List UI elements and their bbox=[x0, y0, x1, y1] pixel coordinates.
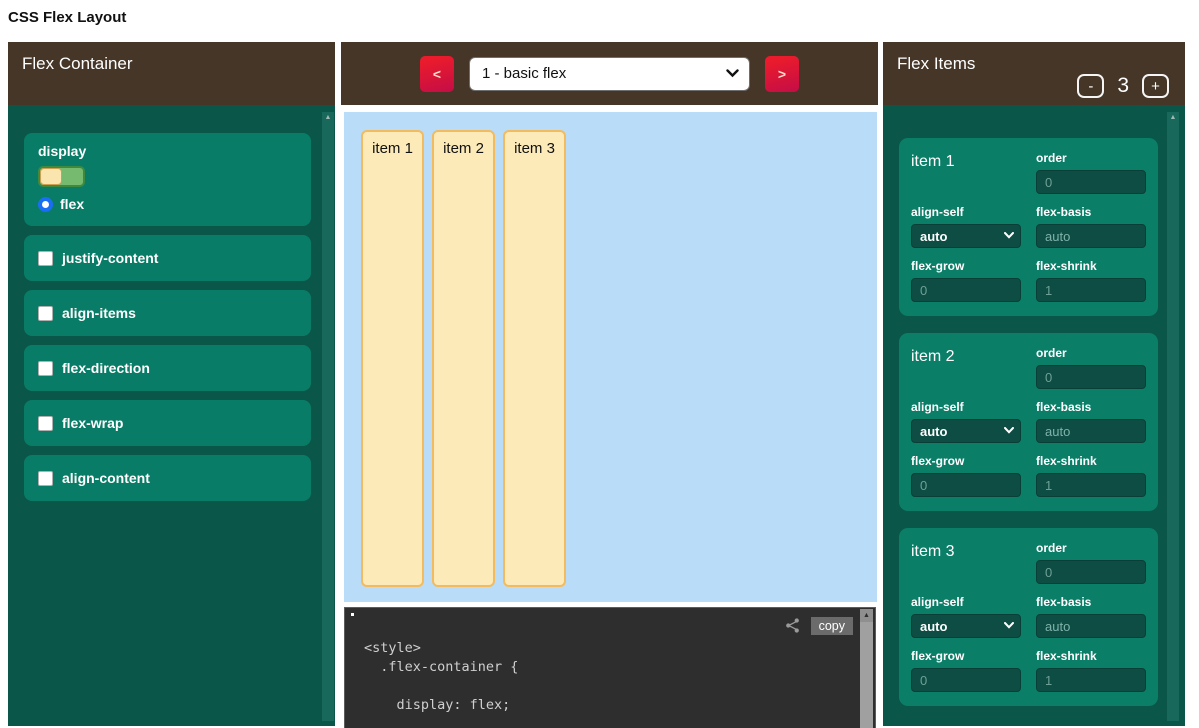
align-self-select[interactable]: auto bbox=[911, 614, 1021, 638]
flex-radio-label: flex bbox=[60, 196, 84, 212]
flex-grow-input[interactable] bbox=[911, 473, 1021, 497]
checkbox-align-items[interactable] bbox=[38, 306, 53, 321]
preview-panel: < 1 - basic flex > item 1 item 2 item 3 … bbox=[341, 42, 878, 728]
checkbox-align-content[interactable] bbox=[38, 471, 53, 486]
scroll-up-icon[interactable]: ▲ bbox=[860, 609, 873, 622]
align-self-label: align-self bbox=[911, 595, 1021, 609]
page-title: CSS Flex Layout bbox=[8, 9, 126, 26]
flex-layout-app: CSS Flex Layout Flex Container display f… bbox=[0, 0, 1199, 728]
flex-shrink-input[interactable] bbox=[1036, 668, 1146, 692]
scroll-up-icon[interactable]: ▲ bbox=[322, 112, 334, 124]
property-label: flex-direction bbox=[62, 360, 150, 376]
prev-example-button[interactable]: < bbox=[420, 56, 454, 92]
right-panel-scrollbar[interactable]: ▲ bbox=[1167, 112, 1179, 721]
code-line: .flex-container { bbox=[364, 659, 875, 678]
property-card-justify-content[interactable]: justify-content bbox=[24, 235, 311, 281]
align-self-label: align-self bbox=[911, 205, 1021, 219]
flex-shrink-label: flex-shrink bbox=[1036, 649, 1146, 663]
flex-radio[interactable] bbox=[38, 197, 53, 212]
code-line bbox=[364, 678, 875, 697]
code-scrollbar[interactable]: ▲ bbox=[860, 609, 873, 728]
flex-preview-container: item 1 item 2 item 3 bbox=[344, 112, 877, 602]
remove-item-button[interactable]: - bbox=[1077, 74, 1104, 98]
flex-shrink-input[interactable] bbox=[1036, 473, 1146, 497]
property-label: flex-wrap bbox=[62, 415, 123, 431]
flex-grow-label: flex-grow bbox=[911, 259, 1021, 273]
display-toggle[interactable] bbox=[38, 166, 85, 187]
flex-grow-input[interactable] bbox=[911, 668, 1021, 692]
flex-basis-label: flex-basis bbox=[1036, 205, 1146, 219]
property-label: align-items bbox=[62, 305, 136, 321]
code-line: <style> bbox=[364, 640, 875, 659]
code-scrollbar-thumb[interactable] bbox=[860, 622, 873, 728]
flex-shrink-label: flex-shrink bbox=[1036, 454, 1146, 468]
property-card-flex-wrap[interactable]: flex-wrap bbox=[24, 400, 311, 446]
flex-items-body: item 1 order align-self auto flex-basis bbox=[883, 105, 1185, 726]
left-panel-scrollbar[interactable]: ▲ bbox=[322, 112, 334, 721]
property-card-flex-direction[interactable]: flex-direction bbox=[24, 345, 311, 391]
add-item-button[interactable]: + bbox=[1142, 74, 1169, 98]
flex-basis-input[interactable] bbox=[1036, 224, 1146, 248]
flex-grow-input[interactable] bbox=[911, 278, 1021, 302]
code-line: display: flex; bbox=[364, 697, 875, 716]
checkbox-justify-content[interactable] bbox=[38, 251, 53, 266]
flex-basis-input[interactable] bbox=[1036, 419, 1146, 443]
preview-flex-item-2: item 2 bbox=[432, 130, 495, 587]
order-input[interactable] bbox=[1036, 170, 1146, 194]
item-card-title: item 2 bbox=[911, 346, 1021, 366]
property-card-align-content[interactable]: align-content bbox=[24, 455, 311, 501]
code-caret-dot bbox=[351, 613, 354, 616]
example-nav-bar: < 1 - basic flex > bbox=[341, 42, 878, 105]
order-label: order bbox=[1036, 346, 1146, 360]
scroll-up-icon[interactable]: ▲ bbox=[1167, 112, 1179, 124]
flex-items-panel: Flex Items - 3 + item 1 order align-self bbox=[883, 42, 1185, 726]
copy-button[interactable]: copy bbox=[811, 617, 853, 635]
flex-grow-label: flex-grow bbox=[911, 454, 1021, 468]
flex-basis-label: flex-basis bbox=[1036, 595, 1146, 609]
item-card-2: item 2 order align-self auto flex-basis bbox=[899, 333, 1158, 511]
item-card-title: item 3 bbox=[911, 541, 1021, 561]
flex-container-header: Flex Container bbox=[8, 42, 335, 105]
preview-flex-item-1: item 1 bbox=[361, 130, 424, 587]
align-self-select[interactable]: auto bbox=[911, 419, 1021, 443]
preview-flex-item-3: item 3 bbox=[503, 130, 566, 587]
item-count: 3 bbox=[1117, 74, 1129, 98]
flex-grow-label: flex-grow bbox=[911, 649, 1021, 663]
code-editor[interactable]: <style> .flex-container { display: flex; bbox=[345, 634, 875, 716]
align-self-select[interactable]: auto bbox=[911, 224, 1021, 248]
flex-items-title: Flex Items bbox=[897, 54, 975, 73]
property-label: align-content bbox=[62, 470, 150, 486]
code-panel: copy <style> .flex-container { display: … bbox=[344, 607, 876, 728]
flex-items-header: Flex Items - 3 + bbox=[883, 42, 1185, 105]
checkbox-flex-wrap[interactable] bbox=[38, 416, 53, 431]
flex-container-panel: Flex Container display flex justify-cont… bbox=[8, 42, 335, 726]
toggle-knob-icon bbox=[40, 168, 62, 185]
flex-shrink-input[interactable] bbox=[1036, 278, 1146, 302]
order-label: order bbox=[1036, 541, 1146, 555]
property-card-align-items[interactable]: align-items bbox=[24, 290, 311, 336]
flex-basis-label: flex-basis bbox=[1036, 400, 1146, 414]
checkbox-flex-direction[interactable] bbox=[38, 361, 53, 376]
property-label: justify-content bbox=[62, 250, 158, 266]
example-select[interactable]: 1 - basic flex bbox=[469, 57, 750, 91]
flex-basis-input[interactable] bbox=[1036, 614, 1146, 638]
align-self-label: align-self bbox=[911, 400, 1021, 414]
order-input[interactable] bbox=[1036, 365, 1146, 389]
display-label: display bbox=[38, 143, 297, 159]
next-example-button[interactable]: > bbox=[765, 56, 799, 92]
item-card-title: item 1 bbox=[911, 151, 1021, 171]
item-card-3: item 3 order align-self auto flex-basis bbox=[899, 528, 1158, 706]
display-property-card: display flex bbox=[24, 133, 311, 226]
item-card-1: item 1 order align-self auto flex-basis bbox=[899, 138, 1158, 316]
order-label: order bbox=[1036, 151, 1146, 165]
flex-shrink-label: flex-shrink bbox=[1036, 259, 1146, 273]
order-input[interactable] bbox=[1036, 560, 1146, 584]
flex-container-body: display flex justify-content align-items… bbox=[8, 105, 335, 726]
share-icon[interactable] bbox=[784, 617, 801, 634]
